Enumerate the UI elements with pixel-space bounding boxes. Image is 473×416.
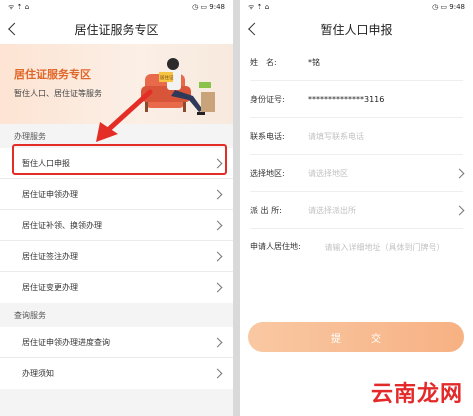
list-item-endorse-permit[interactable]: 居住证签注办理 [0, 241, 233, 272]
page-title: 暂住人口申报 [320, 22, 393, 37]
list-item-label: 暂住人口申报 [22, 158, 70, 168]
left-screen: ᯤ ⇡ ⌂ ◷ ▭ 9:48 居住证服务专区 居住证服务专区 暂住人口、居住证等… [0, 0, 233, 416]
list-item-label: 居住证申领办理 [22, 189, 78, 199]
field-label: 申请人居住地: [250, 242, 301, 251]
chevron-right-icon [212, 368, 223, 379]
list-item-instructions[interactable]: 办理须知 [0, 358, 233, 389]
signal-icons: ᯤ ⇡ ⌂ [8, 2, 30, 11]
field-label: 姓 名: [250, 57, 277, 67]
list-item-apply-permit[interactable]: 居住证申领办理 [0, 179, 233, 210]
back-arrow-icon[interactable] [8, 22, 21, 36]
field-phone[interactable]: 联系电话: 请填写联系电话 [250, 118, 463, 155]
list-item-change-permit[interactable]: 居住证变更办理 [0, 272, 233, 303]
handle-service-list: 暂住人口申报 居住证申领办理 居住证补领、换领办理 居住证签注办理 居住证变更办… [0, 148, 233, 303]
field-region[interactable]: 选择地区: 请选择地区 [250, 155, 465, 192]
back-arrow-icon[interactable] [248, 22, 261, 36]
station-select[interactable]: 请选择派出所 [308, 205, 456, 216]
region-select[interactable]: 请选择地区 [308, 168, 456, 179]
chevron-right-icon[interactable] [454, 168, 465, 178]
address-input[interactable]: 请输入详细地址（具体到门牌号） [316, 241, 463, 255]
name-value: *铭 [308, 57, 320, 67]
status-right: ◷ ▭ 9:48 [192, 2, 225, 11]
chevron-right-icon [212, 158, 223, 168]
query-service-list: 居住证申领办理进度查询 办理须知 [0, 327, 233, 389]
declaration-form: 姓 名: *铭 身份证号: **************3116 联系电话: 请… [240, 44, 473, 289]
person-reading-illustration-icon: 居住证 [141, 58, 215, 115]
section-header-handle: 办理服务 [0, 124, 233, 148]
field-address[interactable]: 申请人居住地: 请输入详细地址（具体到门牌号） [250, 229, 463, 289]
signal-icons: ᯤ ⇡ ⌂ [248, 2, 270, 11]
field-id: 身份证号: **************3116 [250, 81, 463, 118]
list-item-label: 居住证签注办理 [22, 251, 78, 261]
field-label: 身份证号: [250, 94, 285, 104]
submit-button[interactable]: 提交 [248, 322, 464, 352]
list-item-label: 办理须知 [22, 369, 54, 378]
chevron-right-icon[interactable] [454, 205, 465, 215]
chevron-right-icon [212, 337, 223, 347]
title-bar: 暂住人口申报 [240, 14, 473, 44]
title-bar: 居住证服务专区 [0, 14, 233, 44]
field-label: 联系电话: [250, 131, 285, 141]
chevron-right-icon [212, 251, 223, 261]
list-item-progress-query[interactable]: 居住证申领办理进度查询 [0, 327, 233, 358]
id-value: **************3116 [308, 94, 385, 104]
list-item-temp-resident-report[interactable]: 暂住人口申报 [0, 148, 233, 179]
chevron-right-icon [212, 189, 223, 199]
list-item-reissue-permit[interactable]: 居住证补领、换领办理 [0, 210, 233, 241]
list-item-label: 居住证变更办理 [22, 283, 78, 292]
section-header-query: 查询服务 [0, 303, 233, 327]
list-item-label: 居住证申领办理进度查询 [22, 337, 110, 347]
illustration-sign-text: 居住证 [160, 74, 174, 81]
right-screen: ᯤ ⇡ ⌂ ◷ ▭ 9:48 暂住人口申报 姓 名: *铭 身份证号: ****… [240, 0, 473, 416]
field-name: 姓 名: *铭 [250, 44, 463, 81]
field-station[interactable]: 派 出 所: 请选择派出所 [250, 192, 465, 229]
chevron-right-icon [212, 220, 223, 230]
field-label: 派 出 所: [250, 205, 282, 215]
field-label: 选择地区: [250, 168, 285, 178]
phone-input[interactable]: 请填写联系电话 [308, 131, 463, 142]
watermark-text: 云南龙网 [370, 382, 463, 407]
status-bar: ᯤ ⇡ ⌂ ◷ ▭ 9:48 [0, 0, 233, 14]
list-item-label: 居住证补领、换领办理 [22, 220, 102, 230]
page-title: 居住证服务专区 [74, 22, 159, 37]
status-right: ◷ ▭ 9:48 [432, 2, 465, 11]
status-bar: ᯤ ⇡ ⌂ ◷ ▭ 9:48 [240, 0, 473, 14]
chevron-right-icon [212, 282, 223, 293]
service-banner: 居住证服务专区 暂住人口、居住证等服务 居住证 [0, 44, 233, 124]
